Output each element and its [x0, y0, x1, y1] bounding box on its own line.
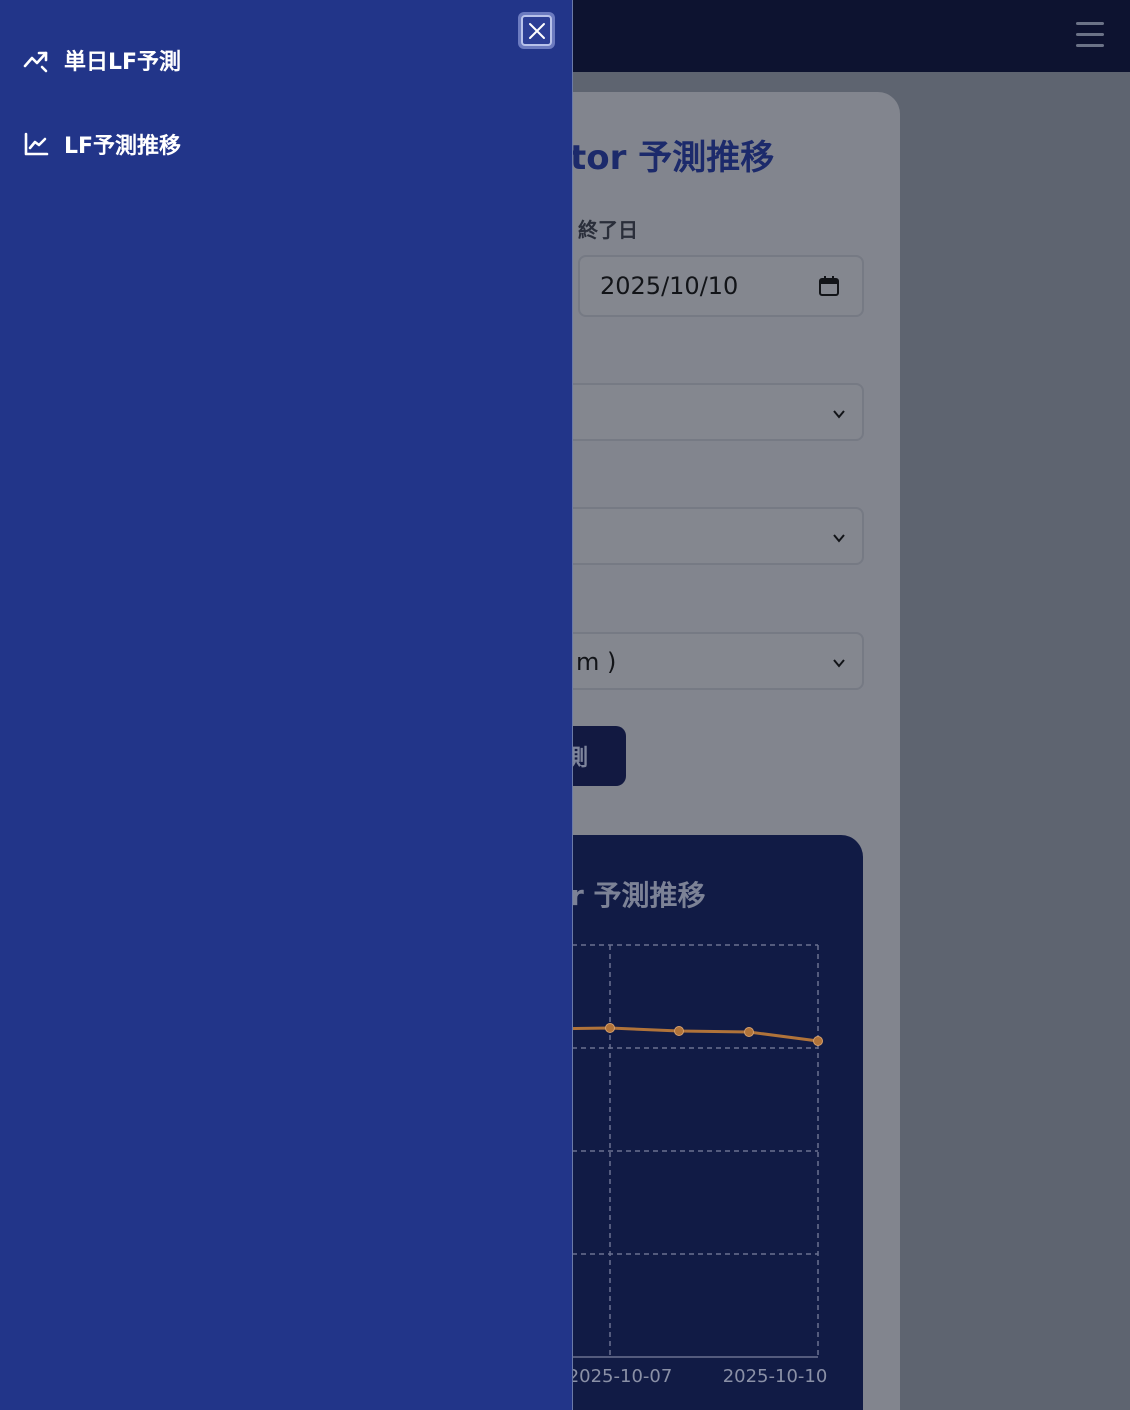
drawer-close-button[interactable] — [518, 12, 555, 49]
data-point — [744, 1027, 754, 1037]
navigation-drawer: 単日LF予測 LF予測推移 — [0, 0, 573, 1410]
menu-icon-bar — [1076, 43, 1104, 47]
x-tick-label: 2025-10-10 — [723, 1366, 828, 1387]
trending-up-icon — [23, 51, 48, 73]
close-icon — [528, 22, 545, 39]
end-date-label: 終了日 — [578, 218, 638, 242]
nav-item-label: LF予測推移 — [64, 134, 182, 159]
hamburger-menu-button[interactable] — [1070, 14, 1110, 54]
chart-title: r 予測推移 — [570, 879, 706, 912]
x-tick-labels: 2025-10-07 2025-10-10 — [568, 1366, 828, 1387]
menu-icon-bar — [1076, 21, 1104, 25]
select-field-1[interactable] — [548, 383, 864, 441]
data-point — [674, 1026, 684, 1036]
chart-points — [605, 1023, 823, 1046]
menu-icon-bar — [1076, 32, 1104, 36]
page-title: tor 予測推移 — [570, 138, 775, 178]
nav-item-single-day-lf[interactable]: 単日LF予測 — [22, 44, 181, 76]
nav-item-lf-trend[interactable]: LF予測推移 — [22, 128, 181, 160]
x-tick-label: 2025-10-07 — [568, 1366, 673, 1387]
chevron-down-icon — [833, 659, 845, 668]
data-point — [605, 1023, 615, 1033]
line-chart-icon — [24, 132, 49, 156]
chevron-down-icon — [833, 410, 845, 419]
chevron-down-icon — [833, 534, 845, 543]
end-date-value: 2025/10/10 — [600, 272, 739, 300]
select-field-2[interactable] — [548, 507, 864, 565]
select-value: m ) — [576, 648, 617, 676]
close-button-frame — [521, 15, 552, 46]
data-point — [813, 1036, 823, 1046]
calendar-icon[interactable] — [818, 275, 840, 297]
end-date-input[interactable]: 2025/10/10 — [578, 255, 864, 317]
nav-item-label: 単日LF予測 — [64, 50, 182, 75]
select-field-3[interactable]: m ) — [548, 632, 864, 690]
